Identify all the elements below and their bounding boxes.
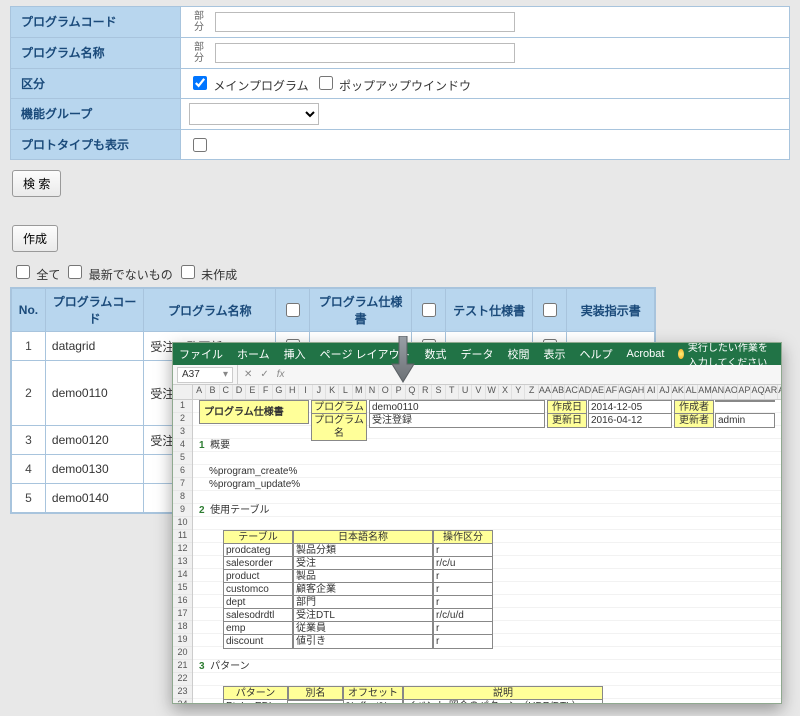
row-name: プログラム名称 部 分 (11, 38, 789, 69)
column-headers: ABCDEFGHIJKLMNOPQRSTUVWXYZAAABACADAEAFAG… (173, 385, 781, 400)
filter-checks: 全て 最新でないもの 未作成 (12, 262, 788, 283)
col-chk3[interactable] (533, 289, 567, 332)
excel-ribbon: ファイル ホーム 挿入 ページ レイアウト 数式 データ 校閲 表示 ヘルプ A… (173, 343, 781, 365)
row-proto: プロトタイプも表示 (11, 130, 789, 159)
code-input[interactable] (215, 12, 515, 32)
chk-all[interactable]: 全て (12, 262, 60, 283)
col-code: プログラムコード (45, 289, 143, 332)
row-headers: 1234567891011121314151617181920212223242… (173, 400, 193, 703)
chk-notlatest[interactable]: 最新でないもの (64, 262, 172, 283)
row-code: プログラムコード 部 分 (11, 7, 789, 38)
name-formula-bar: A37▾ ✕✓fx (173, 365, 781, 385)
bulb-icon (678, 349, 683, 359)
chk-notmade[interactable]: 未作成 (177, 262, 237, 283)
col-impl: 実装指示書 (567, 289, 655, 332)
partial-badge: 部 分 (189, 42, 209, 64)
ribbon-tab[interactable]: 校閲 (508, 346, 530, 362)
row-group: 機能グループ (11, 99, 789, 130)
ribbon-tab[interactable]: 数式 (425, 346, 447, 362)
col-name: プログラム名称 (144, 289, 276, 332)
name-box[interactable]: A37▾ (177, 367, 233, 383)
group-select[interactable] (189, 103, 319, 125)
ribbon-tab[interactable]: ファイル (179, 346, 223, 362)
label-group: 機能グループ (11, 99, 181, 129)
label-kubun: 区分 (11, 69, 181, 98)
col-chk2[interactable] (411, 289, 445, 332)
formula-bar[interactable]: ✕✓fx (237, 365, 781, 384)
ribbon-tab[interactable]: データ (461, 346, 494, 362)
label-code: プログラムコード (11, 7, 181, 37)
chk-main-program[interactable]: メインプログラム (189, 73, 309, 94)
create-button[interactable]: 作成 (12, 225, 58, 252)
proto-checkbox[interactable] (193, 138, 207, 152)
ribbon-tab[interactable]: ホーム (237, 346, 270, 362)
sheet-cells[interactable]: プログラム仕様書プログラムIDdemo0110プログラム名受注登録作成日2014… (193, 400, 781, 703)
search-form: プログラムコード 部 分 プログラム名称 部 分 区分 メインプログラム ポップ… (10, 6, 790, 160)
search-button[interactable]: 検 索 (12, 170, 61, 197)
partial-badge: 部 分 (189, 11, 209, 33)
col-no: No. (12, 289, 46, 332)
row-kubun: 区分 メインプログラム ポップアップウインドウ (11, 69, 789, 99)
ribbon-tab[interactable]: Acrobat (627, 348, 665, 360)
ribbon-tab[interactable]: ヘルプ (580, 346, 613, 362)
ribbon-tab[interactable]: 挿入 (284, 346, 306, 362)
col-spec: プログラム仕様書 (310, 289, 411, 332)
arrow-icon (390, 336, 416, 384)
excel-window: ファイル ホーム 挿入 ページ レイアウト 数式 データ 校閲 表示 ヘルプ A… (172, 342, 782, 704)
ribbon-tab[interactable]: 表示 (544, 346, 566, 362)
label-proto: プロトタイプも表示 (11, 130, 181, 159)
label-name: プログラム名称 (11, 38, 181, 68)
col-chk1[interactable] (276, 289, 310, 332)
name-input[interactable] (215, 43, 515, 63)
chk-popup-window[interactable]: ポップアップウインドウ (315, 73, 471, 94)
col-test: テスト仕様書 (445, 289, 533, 332)
grid-header-row: No. プログラムコード プログラム名称 プログラム仕様書 テスト仕様書 実装指… (12, 289, 655, 332)
